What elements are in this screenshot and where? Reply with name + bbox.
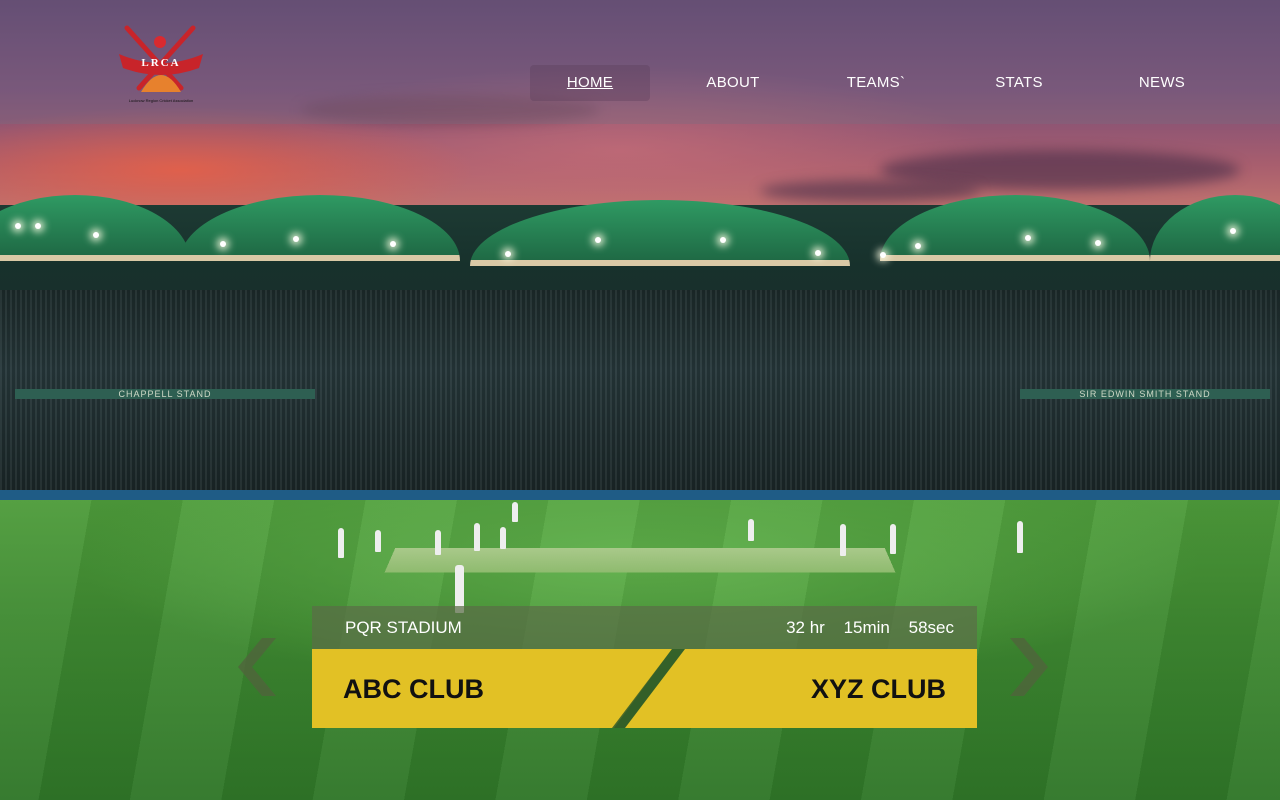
player [338,528,344,558]
match-teams-card[interactable]: ABC CLUB XYZ CLUB [312,649,977,728]
floodlight [15,223,21,229]
nav-home[interactable]: HOME [530,65,650,101]
countdown-seconds: 58sec [908,618,954,637]
stand-sign-right: SIR EDWIN SMITH STAND [1020,389,1270,399]
team-home-panel: ABC CLUB [312,649,672,728]
match-venue: PQR STADIUM [345,618,462,637]
player [890,524,896,554]
floodlight [93,232,99,238]
floodlight [505,251,511,257]
nav-stats[interactable]: STATS [959,65,1079,101]
player [500,527,506,549]
prev-match-button[interactable] [238,638,278,696]
nav-about[interactable]: ABOUT [673,65,793,101]
team-away-name: XYZ CLUB [811,674,946,704]
team-home-name: ABC CLUB [343,674,484,704]
cloud [760,180,980,202]
countdown-hours: 32 hr [786,618,825,637]
floodlight [293,236,299,242]
match-info-bar: PQR STADIUM 32 hr 15min 58sec [312,606,977,649]
next-match-button[interactable] [1008,638,1048,696]
floodlight [915,243,921,249]
player [1017,521,1023,553]
logo[interactable]: LRCA Lucknow Region Cricket Association [115,22,207,104]
chevron-left-icon [238,638,276,696]
logo-emblem-icon: LRCA Lucknow Region Cricket Association [119,25,203,103]
floodlight [390,241,396,247]
team-away-panel: XYZ CLUB [625,649,977,728]
logo-text: LRCA [141,57,180,69]
floodlight [880,252,886,258]
countdown-minutes: 15min [843,618,890,637]
floodlight [35,223,41,229]
player [435,530,441,555]
floodlight [720,237,726,243]
floodlight [1025,235,1031,241]
site-header: LRCA Lucknow Region Cricket Association … [0,0,1280,124]
floodlight [1095,240,1101,246]
chevron-right-icon [1010,638,1048,696]
player [748,519,754,541]
nav-news[interactable]: NEWS [1102,65,1222,101]
floodlight [595,237,601,243]
floodlight [815,250,821,256]
player [474,523,480,551]
stand-sign-left: CHAPPELL STAND [15,389,315,399]
floodlight [1230,228,1236,234]
floodlight [220,241,226,247]
logo-tagline: Lucknow Region Cricket Association [129,98,193,103]
player [512,502,518,522]
advertising-boards [0,490,1280,500]
match-countdown: 32 hr 15min 58sec [772,606,954,649]
player [840,524,846,556]
player [375,530,381,552]
nav-teams[interactable]: TEAMS` [816,65,936,101]
